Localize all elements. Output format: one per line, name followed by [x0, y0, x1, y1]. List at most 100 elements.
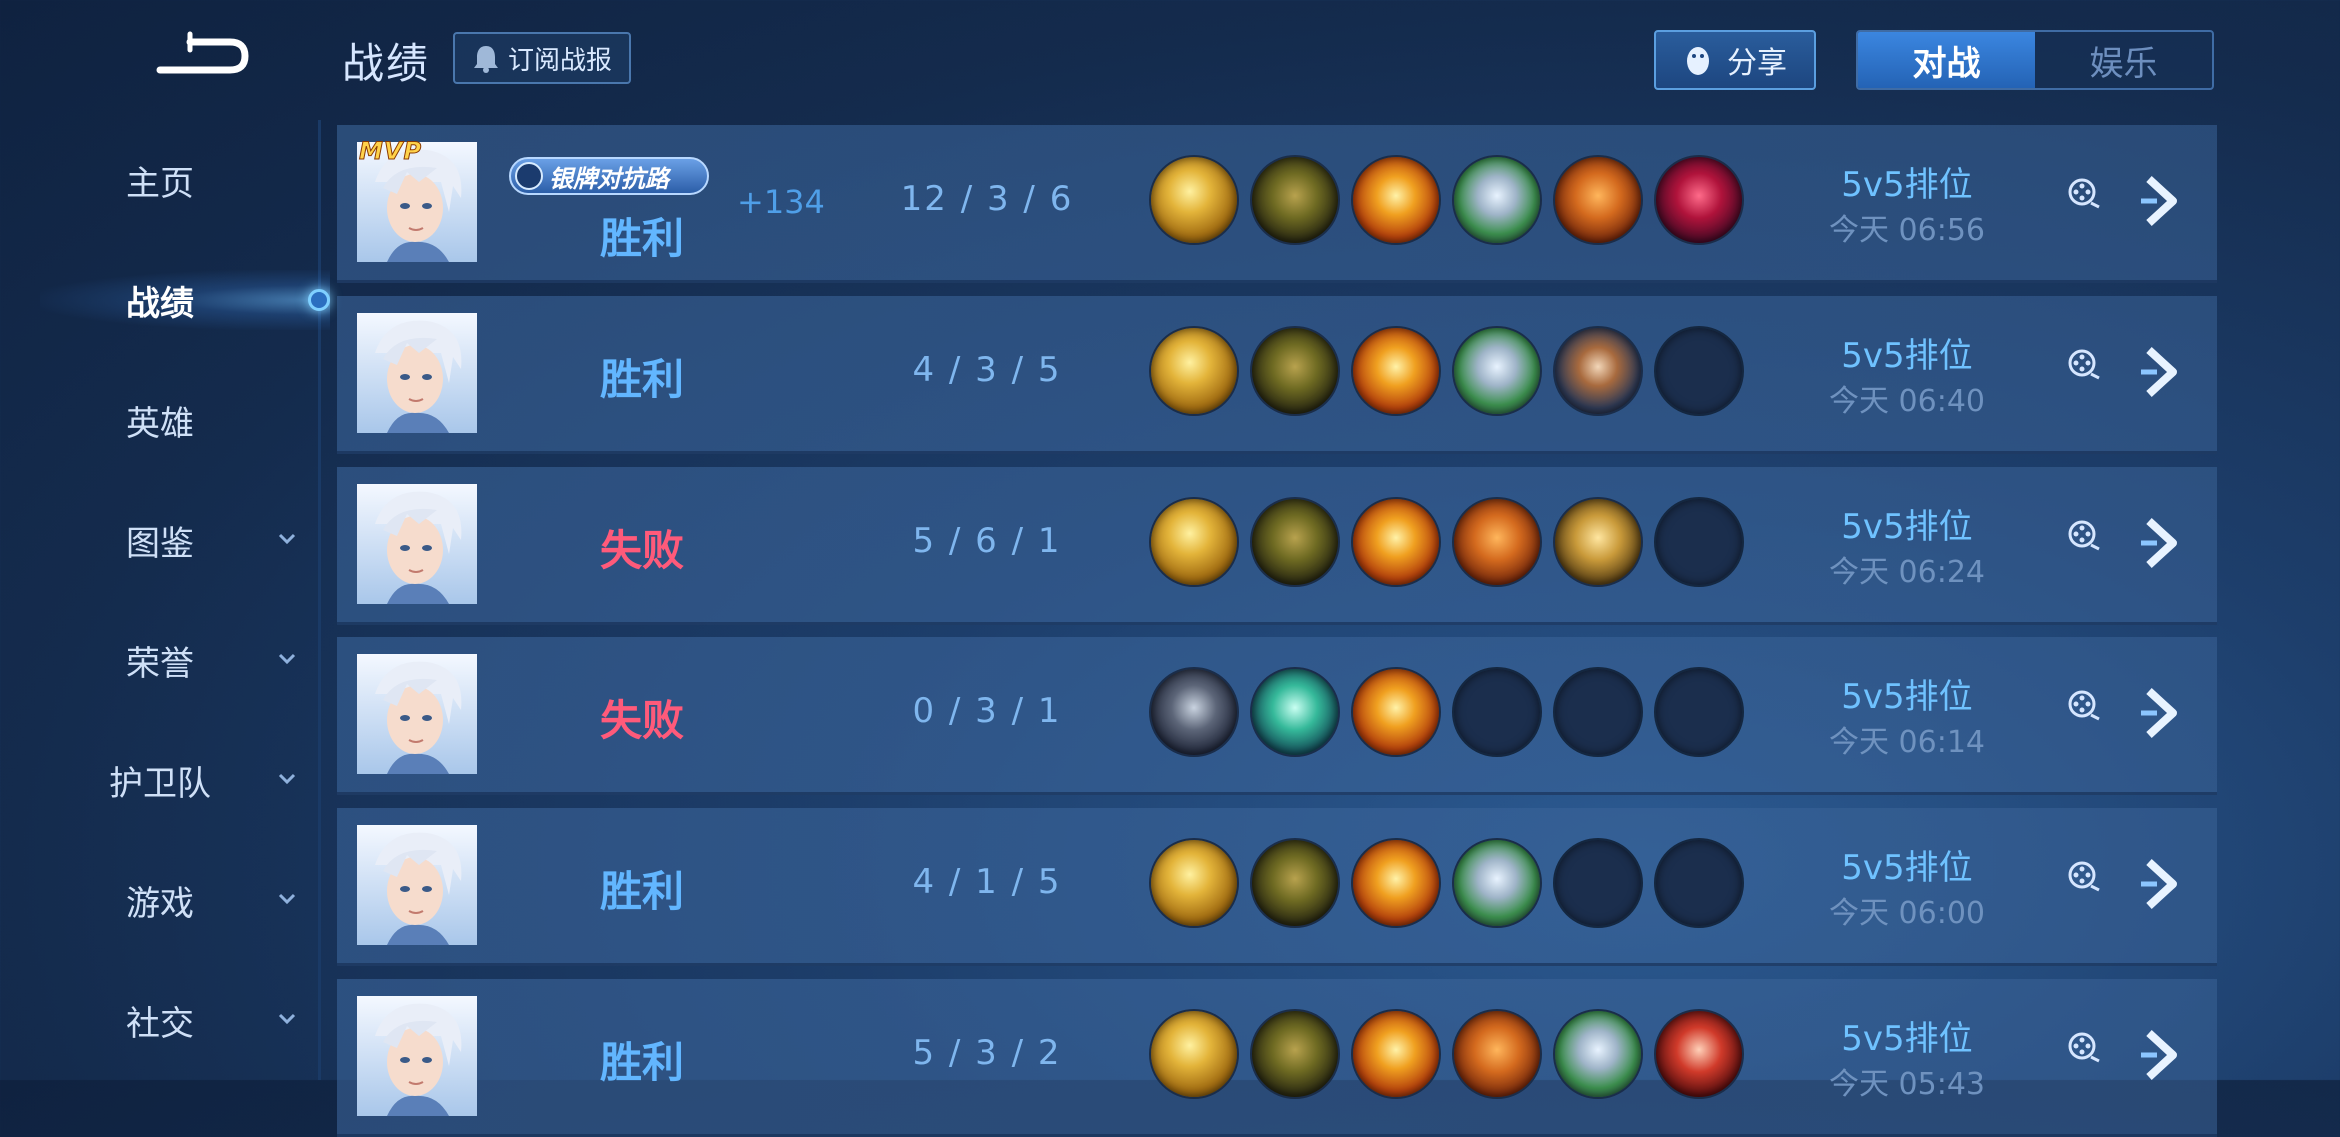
- match-time: 今天 05:43: [1829, 1067, 1985, 1102]
- chevron-right-icon: [2141, 859, 2177, 909]
- penguin-icon: [1687, 47, 1709, 75]
- empty-item-slot: [1654, 326, 1744, 416]
- equipment-slots: [1149, 155, 1744, 245]
- gold-orb-icon: [1149, 1009, 1239, 1099]
- iron-spear-icon: [1149, 667, 1239, 757]
- green-boots-icon: [1250, 1009, 1340, 1099]
- kda-stats: 5 / 6 / 1: [912, 521, 1062, 561]
- lane-rank-badge: 银牌对抗路: [509, 157, 709, 195]
- match-row[interactable]: 胜利 4 / 3 / 5 5v5排位今天 06:40: [337, 296, 2217, 454]
- match-result: 胜利: [599, 355, 684, 404]
- replay-button[interactable]: [2067, 1031, 2101, 1065]
- sidebar-item-records[interactable]: 战绩: [0, 260, 320, 340]
- hero-portrait-icon: [357, 654, 477, 774]
- match-row[interactable]: 胜利 4 / 1 / 5 5v5排位 今天 06:00: [337, 808, 2217, 966]
- sidebar-item-label: 英雄: [126, 403, 194, 444]
- replay-button[interactable]: [2067, 348, 2101, 382]
- replay-button[interactable]: [2067, 860, 2101, 894]
- hero-avatar: [357, 825, 477, 945]
- sidebar-item-honor[interactable]: 荣誉: [0, 620, 320, 700]
- match-result: 胜利: [599, 214, 684, 263]
- match-detail-arrow[interactable]: [2137, 344, 2187, 400]
- game-mode: 5v5排位: [1841, 165, 1973, 205]
- game-mode: 5v5排位: [1841, 677, 1973, 717]
- crimson-claw-icon: [1654, 155, 1744, 245]
- empty-item-slot: [1654, 667, 1744, 757]
- lane-rank-label: 银牌对抗路: [549, 164, 669, 193]
- flame-gauntlet-icon: [1351, 667, 1441, 757]
- match-time: 今天 06:56: [1829, 213, 1985, 248]
- gold-orb-icon: [1149, 326, 1239, 416]
- film-reel-icon: [2068, 178, 2100, 209]
- share-button[interactable]: 分享: [1654, 30, 1816, 90]
- replay-button[interactable]: [2067, 177, 2101, 211]
- game-mode: 5v5排位: [1841, 336, 1973, 376]
- equipment-slots: [1149, 1009, 1744, 1099]
- game-mode: 5v5排位: [1841, 1019, 1973, 1059]
- jade-boots-icon: [1250, 667, 1340, 757]
- tab-entertainment[interactable]: 娱乐: [2035, 32, 2212, 88]
- match-row[interactable]: 失败 0 / 3 / 1 5v5排位 今天 06:14: [337, 637, 2217, 795]
- gold-robe-icon: [1553, 497, 1643, 587]
- gold-orb-icon: [1149, 838, 1239, 928]
- chevron-down-icon: [278, 893, 296, 905]
- match-result: 失败: [599, 526, 684, 575]
- chevron-right-icon: [2141, 176, 2177, 226]
- sidebar-item-label: 荣誉: [126, 643, 194, 684]
- chevron-right-icon: [2141, 518, 2177, 568]
- film-reel-icon: [2068, 861, 2100, 892]
- hero-avatar: [357, 484, 477, 604]
- hero-portrait-icon: [357, 996, 477, 1116]
- kda-stats: 0 / 3 / 1: [912, 691, 1062, 731]
- sidebar-item-game[interactable]: 游戏: [0, 860, 320, 940]
- sidebar-item-heroes[interactable]: 英雄: [0, 380, 320, 460]
- subscribe-label: 订阅战报: [507, 45, 612, 76]
- back-button[interactable]: [150, 30, 250, 82]
- back-arrow-icon: [156, 38, 249, 74]
- replay-button[interactable]: [2067, 689, 2101, 723]
- match-row[interactable]: MVP 银牌对抗路 胜利 +134 12 / 3 / 6 5v5排位 今天 06:56: [337, 125, 2217, 283]
- equipment-slots: [1149, 326, 1744, 416]
- empty-item-slot: [1553, 838, 1643, 928]
- crossed-swords-icon: [515, 162, 543, 190]
- mvp-badge: MVP: [358, 137, 423, 166]
- silver-jade-icon: [1452, 155, 1542, 245]
- kda-stats: 4 / 3 / 5: [912, 350, 1062, 390]
- film-reel-icon: [2068, 1032, 2100, 1063]
- match-time: 今天 06:40: [1829, 384, 1985, 419]
- match-detail-arrow[interactable]: [2137, 515, 2187, 571]
- match-detail-arrow[interactable]: [2137, 173, 2187, 229]
- sidebar-item-home[interactable]: 主页: [0, 140, 320, 220]
- kda-stats: 5 / 3 / 2: [912, 1033, 1062, 1073]
- sidebar-item-label: 图鉴: [126, 523, 194, 564]
- chevron-down-icon: [278, 773, 296, 785]
- match-result: 胜利: [599, 867, 684, 916]
- tab-battle[interactable]: 对战: [1858, 32, 2035, 88]
- steel-armor-icon: [1553, 326, 1643, 416]
- match-row[interactable]: 胜利 5 / 3 / 2 5v5排位 今天 05:43: [337, 979, 2217, 1137]
- flame-gauntlet-icon: [1351, 155, 1441, 245]
- kda-stats: 12 / 3 / 6: [900, 179, 1074, 219]
- match-detail-arrow[interactable]: [2137, 1027, 2187, 1083]
- flame-gauntlet-icon: [1351, 838, 1441, 928]
- chevron-down-icon: [278, 1013, 296, 1025]
- sidebar-item-codex[interactable]: 图鉴: [0, 500, 320, 580]
- match-time: 今天 06:00: [1829, 896, 1985, 931]
- match-detail-arrow[interactable]: [2137, 856, 2187, 912]
- empty-item-slot: [1452, 667, 1542, 757]
- silver-jade-icon: [1452, 838, 1542, 928]
- subscribe-report-button[interactable]: 订阅战报: [453, 32, 631, 84]
- match-row[interactable]: 失败 5 / 6 / 1 5v5排位 今天 06:24: [337, 467, 2217, 625]
- empty-item-slot: [1654, 838, 1744, 928]
- sidebar-item-social[interactable]: 社交: [0, 980, 320, 1060]
- replay-button[interactable]: [2067, 519, 2101, 553]
- match-detail-arrow[interactable]: [2137, 685, 2187, 741]
- match-result: 失败: [599, 696, 684, 745]
- hero-avatar: [357, 654, 477, 774]
- gold-orb-icon: [1149, 497, 1239, 587]
- chevron-right-icon: [2141, 347, 2177, 397]
- sidebar-item-guard-team[interactable]: 护卫队: [0, 740, 320, 820]
- bell-icon: [473, 46, 498, 73]
- sidebar-item-label: 游戏: [126, 883, 194, 924]
- match-time: 今天 06:24: [1829, 555, 1985, 590]
